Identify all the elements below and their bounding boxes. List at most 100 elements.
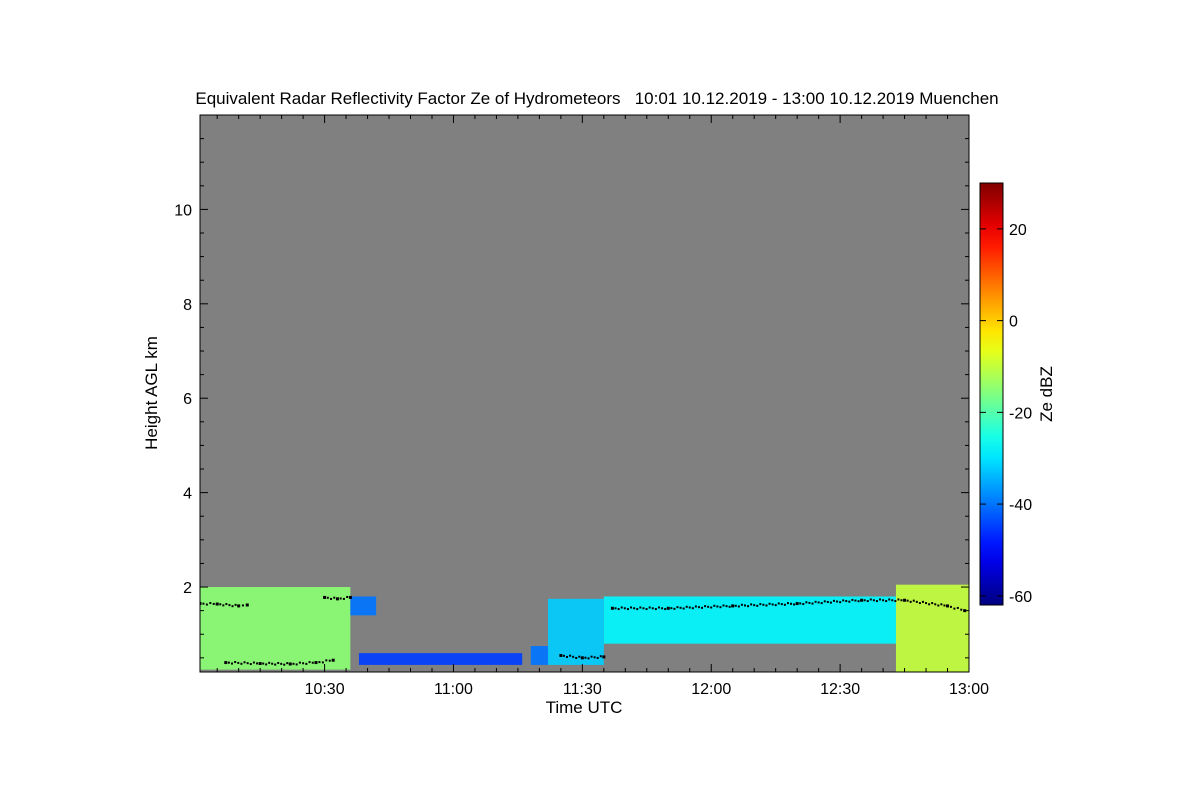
x-tick-label: 11:30 xyxy=(563,681,602,698)
marker-dot xyxy=(912,599,915,602)
marker-dot xyxy=(642,607,645,610)
marker-dot xyxy=(759,603,762,606)
echo-region xyxy=(358,653,523,665)
marker-dot xyxy=(326,596,329,599)
y-axis-label: Height AGL km xyxy=(142,336,161,450)
colorbar-tick-label: 20 xyxy=(1009,222,1027,239)
marker-dot xyxy=(346,595,349,598)
marker-dot xyxy=(808,601,811,604)
marker-dot xyxy=(599,655,602,658)
marker-dot xyxy=(676,606,679,609)
marker-point xyxy=(666,606,670,610)
marker-dot xyxy=(953,607,956,610)
marker-dot xyxy=(845,600,848,603)
marker-dot xyxy=(636,608,639,611)
marker-point xyxy=(602,655,606,659)
marker-dot xyxy=(584,656,587,659)
marker-dot xyxy=(701,606,704,609)
marker-dot xyxy=(826,600,829,603)
marker-dot xyxy=(716,605,719,608)
marker-dot xyxy=(318,661,321,664)
marker-point xyxy=(559,653,563,657)
x-tick-label: 10:30 xyxy=(305,681,345,698)
marker-dot xyxy=(575,656,578,659)
marker-dot xyxy=(940,603,943,606)
marker-dot xyxy=(921,600,924,603)
marker-dot xyxy=(566,655,569,658)
marker-dot xyxy=(857,600,860,603)
marker-dot xyxy=(734,604,737,607)
marker-point xyxy=(795,602,799,606)
x-tick-label: 11:00 xyxy=(434,681,473,698)
marker-dot xyxy=(212,602,215,605)
marker-dot xyxy=(679,606,682,609)
marker-dot xyxy=(639,606,642,609)
y-tick-label: 4 xyxy=(183,486,192,503)
marker-dot xyxy=(237,661,240,664)
marker-dot xyxy=(262,662,265,665)
plot-area xyxy=(200,115,969,672)
marker-dot xyxy=(682,607,685,610)
marker-dot xyxy=(673,607,676,610)
colorbar-ramp xyxy=(979,182,1004,606)
marker-dot xyxy=(295,663,298,666)
marker-dot xyxy=(728,605,731,608)
marker-dot xyxy=(694,605,697,608)
marker-dot xyxy=(750,603,753,606)
marker-dot xyxy=(590,655,593,658)
marker-dot xyxy=(277,661,280,664)
colorbar-tick-label: -20 xyxy=(1009,405,1032,422)
marker-dot xyxy=(328,659,331,662)
marker-dot xyxy=(774,604,777,607)
marker-dot xyxy=(623,607,626,610)
marker-dot xyxy=(205,603,208,606)
marker-dot xyxy=(882,599,885,602)
marker-point xyxy=(946,604,950,608)
marker-dot xyxy=(596,656,599,659)
marker-dot xyxy=(697,606,700,609)
marker-dot xyxy=(664,608,667,611)
marker-dot xyxy=(704,605,707,608)
echo-region xyxy=(603,596,896,644)
marker-dot xyxy=(630,606,633,609)
marker-dot xyxy=(915,600,918,603)
marker-dot xyxy=(725,605,728,608)
marker-point xyxy=(610,606,614,610)
marker-dot xyxy=(651,607,654,610)
marker-dot xyxy=(753,604,756,607)
marker-dot xyxy=(648,606,651,609)
marker-dot xyxy=(587,657,590,660)
marker-dot xyxy=(670,607,673,610)
marker-dot xyxy=(685,605,688,608)
marker-dot xyxy=(891,599,894,602)
marker-dot xyxy=(691,607,694,610)
colorbar-tick-label: 0 xyxy=(1009,314,1018,331)
marker-dot xyxy=(256,662,259,665)
marker-dot xyxy=(956,606,959,609)
marker-dot xyxy=(562,654,565,657)
marker-dot xyxy=(875,600,878,603)
marker-dot xyxy=(234,603,237,606)
colorbar-tick-label: -60 xyxy=(1009,589,1032,606)
marker-dot xyxy=(274,663,277,666)
colorbar: -60 -40 -20 0 20 xyxy=(979,182,1032,606)
marker-point xyxy=(903,598,907,602)
marker-dot xyxy=(768,602,771,605)
marker-dot xyxy=(823,600,826,603)
marker-dot xyxy=(756,604,759,607)
marker-dot xyxy=(719,606,722,609)
x-tick-label: 12:30 xyxy=(820,681,860,698)
x-axis-label: Time UTC xyxy=(546,698,623,717)
marker-dot xyxy=(931,602,934,605)
marker-dot xyxy=(771,603,774,606)
echo-region xyxy=(547,598,604,665)
marker-dot xyxy=(802,603,805,606)
marker-dot xyxy=(286,662,289,665)
marker-dot xyxy=(820,602,823,605)
marker-dot xyxy=(227,661,230,664)
marker-dot xyxy=(790,602,793,605)
echo-region xyxy=(895,584,969,672)
marker-dot xyxy=(805,601,808,604)
y-tick-label: 8 xyxy=(183,297,192,314)
marker-dot xyxy=(832,599,835,602)
